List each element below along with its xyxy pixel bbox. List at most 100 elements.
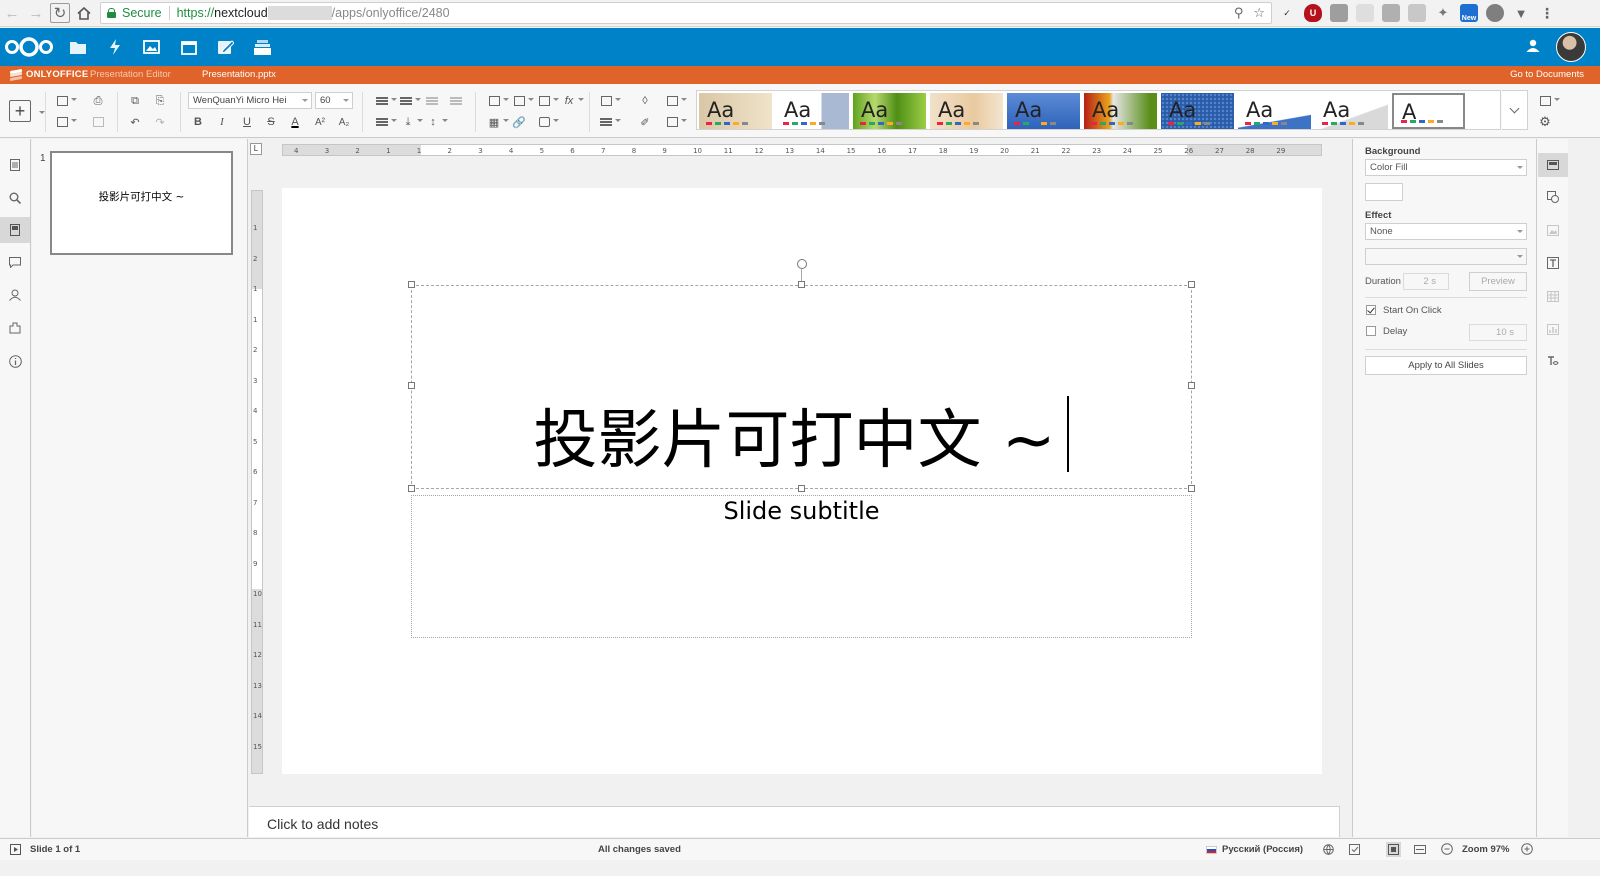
slide-thumbnail[interactable]: 投影片可打中文 ~: [50, 151, 233, 255]
globe-icon[interactable]: [1322, 843, 1335, 855]
language-selector[interactable]: Русский (Россия): [1206, 844, 1303, 855]
secure-indicator[interactable]: Secure: [101, 6, 162, 20]
theme-thumbnail[interactable]: Aa: [1007, 93, 1080, 129]
chat-user-icon[interactable]: [0, 282, 30, 308]
resize-handle-s[interactable]: [798, 485, 805, 492]
font-color-button[interactable]: A: [287, 115, 303, 129]
slide-layout-icon[interactable]: [54, 94, 77, 108]
subscript-button[interactable]: A₂: [336, 115, 352, 129]
theme-thumbnail[interactable]: A: [1392, 93, 1465, 129]
calendar-icon[interactable]: [179, 38, 198, 56]
theme-thumbnail[interactable]: Aa: [1084, 93, 1157, 129]
key-icon[interactable]: ⚲: [1234, 5, 1244, 21]
clear-style-icon[interactable]: ◊: [637, 94, 653, 108]
table-settings-icon[interactable]: [1538, 284, 1568, 308]
activity-icon[interactable]: [105, 38, 124, 56]
forward-icon[interactable]: →: [24, 1, 48, 25]
rotate-handle[interactable]: [797, 259, 807, 269]
apply-to-all-slides-button[interactable]: Apply to All Slides: [1365, 356, 1527, 375]
theme-thumbnail[interactable]: Aa: [1315, 93, 1388, 129]
decrease-indent-icon[interactable]: [424, 94, 440, 108]
back-icon[interactable]: ←: [0, 1, 24, 25]
subtitle-placeholder[interactable]: Slide subtitle: [411, 495, 1192, 638]
insert-equation-icon[interactable]: fx: [561, 94, 584, 108]
print-icon[interactable]: ⎙: [90, 94, 106, 108]
align-center-icon[interactable]: [374, 115, 397, 129]
user-avatar[interactable]: [1556, 32, 1586, 62]
plugins-icon[interactable]: [0, 315, 30, 341]
theme-thumbnail[interactable]: Aa: [930, 93, 1003, 129]
zoom-out-icon[interactable]: [1440, 843, 1453, 855]
extension-hat-icon[interactable]: [1382, 4, 1400, 22]
theme-thumbnail[interactable]: Aa: [853, 93, 926, 129]
nextcloud-logo[interactable]: [3, 37, 55, 57]
tab-stop-selector[interactable]: L: [250, 143, 262, 155]
resize-handle-n[interactable]: [798, 281, 805, 288]
gear-icon[interactable]: ⚙: [1537, 114, 1553, 129]
notes-icon[interactable]: [216, 38, 235, 56]
increase-indent-icon[interactable]: [448, 94, 464, 108]
contacts-icon[interactable]: [1526, 39, 1540, 55]
browser-menu-icon[interactable]: ⋮: [1538, 4, 1556, 22]
extension-c-icon[interactable]: ✓: [1278, 4, 1296, 22]
address-bar[interactable]: Secure https:// nextcloud /apps/onlyoffi…: [100, 2, 1272, 24]
add-slide-button[interactable]: +: [9, 100, 31, 122]
font-size-combo[interactable]: 60: [315, 92, 353, 109]
font-name-combo[interactable]: WenQuanYi Micro Hei: [188, 92, 312, 109]
underline-button[interactable]: U: [239, 115, 255, 129]
extension-globe-icon[interactable]: [1486, 4, 1504, 22]
image-settings-icon[interactable]: [1538, 218, 1568, 242]
slides-panel-icon[interactable]: [0, 217, 30, 243]
resize-handle-sw[interactable]: [408, 485, 415, 492]
redo-icon[interactable]: ↷: [152, 115, 168, 129]
gallery-icon[interactable]: [142, 38, 161, 56]
change-slide-size-icon[interactable]: [664, 94, 687, 108]
background-color-picker[interactable]: [1365, 183, 1403, 201]
notes-area[interactable]: Click to add notes: [249, 806, 1339, 837]
bold-button[interactable]: B: [190, 115, 206, 129]
copy-style-icon[interactable]: ✐: [637, 115, 653, 129]
resize-handle-w[interactable]: [408, 382, 415, 389]
home-icon[interactable]: [72, 1, 96, 25]
view-settings-icon[interactable]: [1537, 94, 1560, 108]
start-on-click-checkbox[interactable]: [1366, 305, 1376, 315]
file-menu-icon[interactable]: [0, 152, 30, 178]
undo-icon[interactable]: ↶: [127, 115, 143, 129]
bullets-icon[interactable]: [374, 94, 397, 108]
fit-to-slide-icon[interactable]: [1386, 842, 1401, 857]
puzzle-icon[interactable]: ✦: [1434, 4, 1452, 22]
theme-thumbnail[interactable]: Aa: [1238, 93, 1311, 129]
text-settings-icon[interactable]: [1538, 251, 1568, 275]
zoom-in-icon[interactable]: [1520, 843, 1533, 855]
add-slide-dropdown-icon[interactable]: [33, 108, 49, 122]
shape-settings-icon[interactable]: [1538, 185, 1568, 209]
notes-scrollbar[interactable]: [1339, 806, 1350, 837]
search-icon[interactable]: [0, 185, 30, 211]
vertical-align-icon[interactable]: ⤓: [400, 115, 423, 129]
theme-thumbnail[interactable]: Aa: [699, 93, 772, 129]
theme-thumbnail[interactable]: Aa: [1161, 93, 1234, 129]
save-icon[interactable]: [90, 115, 106, 129]
extension-v-icon[interactable]: ▼: [1512, 4, 1530, 22]
line-spacing-icon[interactable]: ↕: [425, 115, 448, 129]
color-scheme-icon[interactable]: [664, 115, 687, 129]
extension-grid-icon[interactable]: [1356, 4, 1374, 22]
effect-select[interactable]: None: [1365, 223, 1527, 240]
duration-input[interactable]: 2 s: [1403, 273, 1449, 290]
comments-icon[interactable]: [0, 249, 30, 275]
resize-handle-se[interactable]: [1188, 485, 1195, 492]
insert-shape-icon[interactable]: [536, 115, 559, 129]
resize-handle-nw[interactable]: [408, 281, 415, 288]
resize-handle-ne[interactable]: [1188, 281, 1195, 288]
slide-subtitle[interactable]: Slide subtitle: [412, 496, 1191, 526]
paste-icon[interactable]: ⎘: [152, 94, 168, 108]
about-icon[interactable]: [0, 348, 30, 374]
chart-settings-icon[interactable]: [1538, 317, 1568, 341]
arrange-shape-icon[interactable]: [598, 94, 621, 108]
slide-title-text[interactable]: 投影片可打中文 ~: [412, 396, 1191, 481]
background-fill-select[interactable]: Color Fill: [1365, 159, 1527, 176]
notes-placeholder[interactable]: Click to add notes: [267, 816, 378, 832]
ublock-icon[interactable]: U: [1304, 4, 1322, 22]
preview-button[interactable]: Preview: [1469, 272, 1527, 291]
strikethrough-button[interactable]: S: [263, 115, 279, 129]
